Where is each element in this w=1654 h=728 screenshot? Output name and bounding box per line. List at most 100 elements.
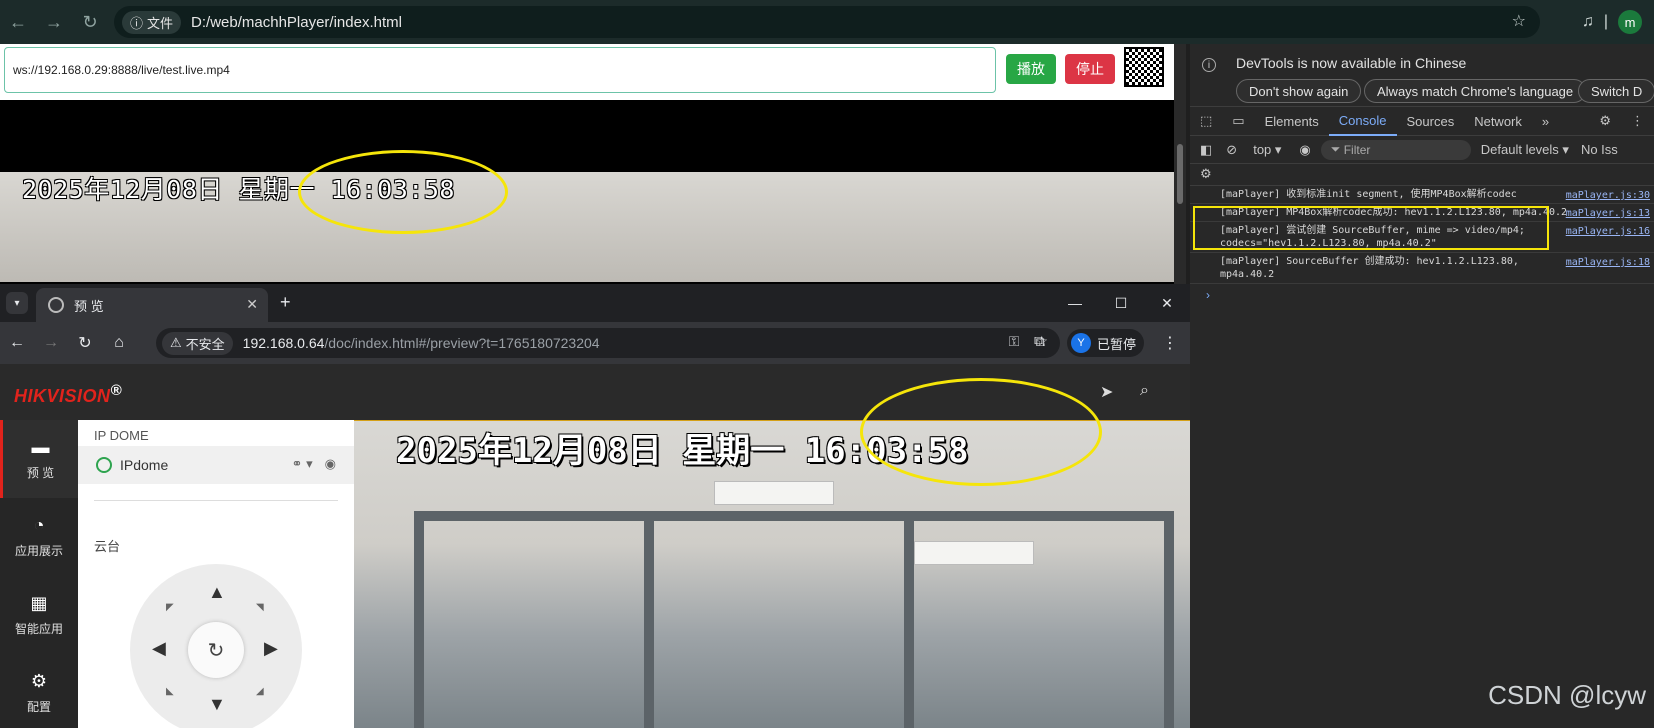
console-message[interactable]: [maPlayer] SourceBuffer 创建成功: hev1.1.2.L… bbox=[1190, 253, 1654, 284]
minimize-icon[interactable]: — bbox=[1052, 284, 1098, 322]
filter-icon: ⏷ bbox=[1330, 142, 1344, 156]
more-tabs-icon[interactable]: » bbox=[1532, 106, 1559, 136]
tab-close-icon[interactable]: ✕ bbox=[246, 296, 258, 313]
password-key-icon[interactable]: ⚿ bbox=[1009, 333, 1020, 350]
console-message-source[interactable]: maPlayer.js:16 bbox=[1566, 225, 1650, 238]
sidebar-toggle-icon[interactable]: ◧ bbox=[1200, 142, 1212, 158]
forward-arrow-icon[interactable]: → bbox=[34, 334, 68, 352]
dont-show-again-button[interactable]: Don't show again bbox=[1236, 79, 1362, 103]
tab-network[interactable]: Network bbox=[1464, 106, 1532, 136]
stream-select-icon[interactable]: ⚭ ▾ bbox=[292, 456, 313, 472]
clear-console-icon[interactable]: ⊘ bbox=[1226, 142, 1237, 158]
ptz-left-icon[interactable]: ◀ bbox=[152, 638, 166, 659]
device-panel: IP DOME IPdome ⚭ ▾ ◉ 云台 ▲ ▼ ◀ ▶ ◤ ◥ ◣ ◢ bbox=[78, 420, 354, 728]
back-arrow-icon[interactable]: ← bbox=[0, 334, 34, 352]
nav-item-label: 预 览 bbox=[26, 466, 55, 480]
file-chip[interactable]: ⓘ 文件 bbox=[122, 10, 182, 34]
tab-console[interactable]: Console bbox=[1328, 106, 1397, 136]
reload-icon[interactable]: ↻ bbox=[72, 4, 108, 40]
reload-icon[interactable]: ↻ bbox=[68, 333, 102, 353]
player-controls: ws://192.168.0.29:8888/live/test.live.mp… bbox=[0, 44, 1174, 100]
ptz-down-right-icon[interactable]: ◢ bbox=[256, 686, 264, 697]
play-button[interactable]: 播放 bbox=[1006, 54, 1056, 84]
tab-preview[interactable]: 预 览 ✕ bbox=[36, 288, 268, 322]
ptz-up-left-icon[interactable]: ◤ bbox=[166, 602, 174, 613]
switch-language-button[interactable]: Switch D bbox=[1578, 79, 1654, 103]
nav-item-preview[interactable]: ▬ 预 览 bbox=[0, 420, 78, 498]
device-item[interactable]: IPdome ⚭ ▾ ◉ bbox=[78, 446, 354, 484]
filter-placeholder: Filter bbox=[1343, 142, 1371, 157]
match-language-button[interactable]: Always match Chrome's language bbox=[1364, 79, 1587, 103]
eye-icon[interactable]: ◉ bbox=[1299, 142, 1310, 158]
extensions-icon[interactable]: ⧉ bbox=[1034, 333, 1045, 350]
stop-button[interactable]: 停止 bbox=[1065, 54, 1115, 84]
ptz-up-icon[interactable]: ▲ bbox=[208, 582, 226, 603]
settings-gear-icon[interactable]: ⚙ bbox=[1589, 106, 1621, 136]
home-icon[interactable]: ⌂ bbox=[102, 334, 136, 352]
nav-item-label: 应用展示 bbox=[14, 544, 63, 558]
bookmark-star-icon[interactable]: ☆ bbox=[1512, 11, 1526, 31]
log-levels-dropdown[interactable]: Default levels ▾ bbox=[1481, 142, 1569, 158]
stream-url-input[interactable]: ws://192.168.0.29:8888/live/test.live.mp… bbox=[4, 47, 996, 93]
device-toggle-icon[interactable]: ▭ bbox=[1222, 106, 1254, 136]
console-message[interactable]: [maPlayer] 收到标准init segment, 使用MP4Box解析c… bbox=[1190, 186, 1654, 204]
hikvision-browser-window: ▾ 预 览 ✕ + — ☐ ✕ ← → ↻ ⌂ ⚠ 不安全 192.168.0.… bbox=[0, 284, 1190, 728]
record-icon[interactable]: ◉ bbox=[325, 456, 336, 472]
ptz-label: 云台 bbox=[94, 539, 121, 554]
inner-tab-strip: ▾ 预 览 ✕ + — ☐ ✕ bbox=[0, 284, 1190, 322]
banner-message: DevTools is now available in Chinese bbox=[1236, 55, 1467, 71]
logo-registered-mark: ® bbox=[110, 382, 123, 399]
profile-avatar[interactable]: m bbox=[1618, 10, 1642, 34]
context-selector[interactable]: top ▾ bbox=[1253, 142, 1281, 158]
logo-text: HIKVISION bbox=[14, 386, 111, 406]
nav-item-app-display[interactable]: ◔ 应用展示 bbox=[0, 498, 78, 576]
camera-icon: ▬ bbox=[31, 437, 50, 457]
not-secure-chip[interactable]: ⚠ 不安全 bbox=[162, 331, 233, 355]
console-message-source[interactable]: maPlayer.js:13 bbox=[1566, 207, 1650, 220]
tab-favicon-icon bbox=[48, 297, 64, 313]
ptz-up-right-icon[interactable]: ◥ bbox=[256, 602, 264, 613]
devtools-language-banner: i DevTools is now available in Chinese D… bbox=[1190, 44, 1654, 106]
player-scrollbar[interactable] bbox=[1174, 44, 1186, 284]
more-options-icon[interactable]: ⋮ bbox=[1621, 106, 1654, 136]
not-secure-label: 不安全 bbox=[185, 336, 225, 352]
tab-elements[interactable]: Elements bbox=[1255, 106, 1329, 136]
hikvision-logo: HIKVISION® bbox=[14, 382, 122, 407]
chrome-menu-icon[interactable]: ⋮ bbox=[1162, 333, 1178, 353]
tab-search-icon[interactable]: ▾ bbox=[6, 292, 28, 314]
ceiling-light bbox=[714, 481, 834, 505]
inner-address-bar[interactable]: ⚠ 不安全 192.168.0.64/doc/index.html#/previ… bbox=[156, 328, 1060, 358]
console-message-source[interactable]: maPlayer.js:30 bbox=[1566, 189, 1650, 202]
profile-button[interactable]: Y 已暂停 bbox=[1067, 329, 1145, 357]
search-icon[interactable]: ⌕ bbox=[1140, 382, 1149, 400]
outer-address-bar[interactable]: ⓘ 文件 D:/web/machhPlayer/index.html ☆ bbox=[114, 6, 1540, 38]
device-name: IPdome bbox=[120, 457, 169, 473]
scrollbar-thumb[interactable] bbox=[1177, 144, 1183, 204]
new-tab-icon[interactable]: + bbox=[280, 292, 291, 313]
send-icon[interactable]: ➤ bbox=[1100, 382, 1113, 402]
ptz-down-icon[interactable]: ▼ bbox=[208, 694, 226, 715]
console-filter-input[interactable]: ⏷ Filter bbox=[1320, 139, 1471, 160]
devtools-panel: i DevTools is now available in Chinese D… bbox=[1190, 44, 1654, 728]
ptz-down-left-icon[interactable]: ◣ bbox=[166, 686, 174, 697]
tab-sources[interactable]: Sources bbox=[1397, 106, 1465, 136]
forward-arrow-icon[interactable]: → bbox=[36, 4, 72, 40]
window-mullion bbox=[904, 521, 914, 728]
highlight-ellipse-player-time bbox=[298, 150, 508, 234]
device-group-label: IP DOME bbox=[94, 428, 149, 443]
media-controls-icon[interactable]: ♫ bbox=[1582, 13, 1594, 31]
ptz-right-icon[interactable]: ▶ bbox=[264, 638, 278, 659]
inspect-icon[interactable]: ⬚ bbox=[1190, 106, 1222, 136]
nav-item-config[interactable]: ⚙ 配置 bbox=[0, 654, 78, 728]
nav-item-smart-apps[interactable]: ▦ 智能应用 bbox=[0, 576, 78, 654]
close-window-icon[interactable]: ✕ bbox=[1144, 284, 1190, 322]
issues-counter[interactable]: No Iss bbox=[1581, 142, 1618, 157]
console-message-source[interactable]: maPlayer.js:18 bbox=[1566, 256, 1650, 269]
highlight-ellipse-camera-time bbox=[860, 378, 1102, 486]
settings-gear-icon: ⚙ bbox=[30, 671, 48, 691]
console-prompt[interactable]: › bbox=[1190, 284, 1654, 302]
back-arrow-icon[interactable]: ← bbox=[0, 4, 36, 40]
ptz-auto-rotate-icon[interactable]: ↻ bbox=[188, 622, 244, 678]
maximize-icon[interactable]: ☐ bbox=[1098, 284, 1144, 322]
console-settings-icon[interactable]: ⚙ bbox=[1200, 166, 1212, 182]
